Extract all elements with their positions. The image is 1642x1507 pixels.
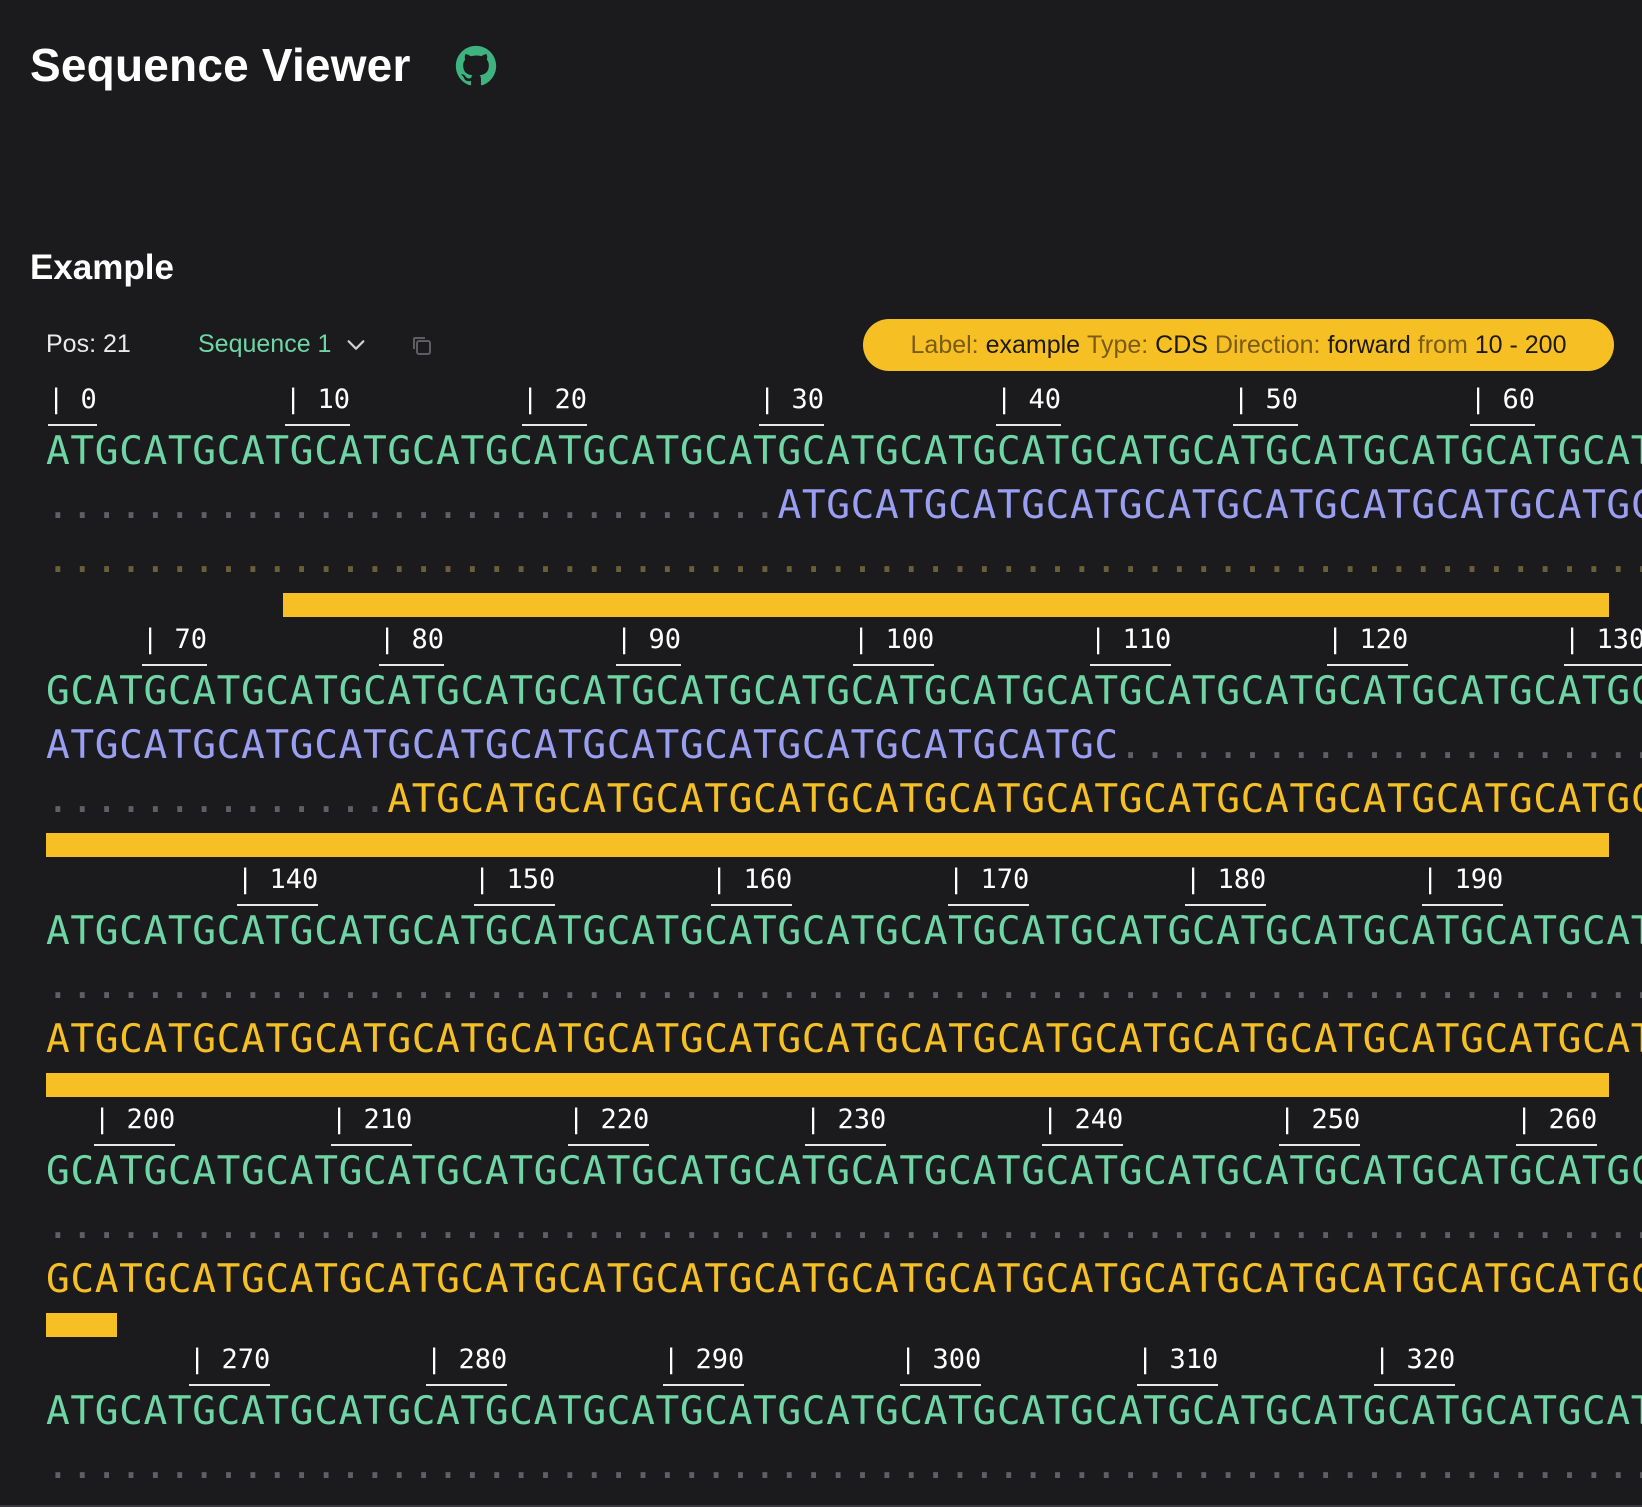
annotation-track: ........................................… <box>46 1205 1642 1246</box>
index-tick: | 110 <box>1090 624 1172 666</box>
index-tick: | 160 <box>711 864 793 906</box>
feature-sequence[interactable]: ATGCATGCATGCATGCATGCATGCATGCATGCATGCATGC… <box>387 776 1642 822</box>
cds-feature-bar[interactable] <box>283 593 1609 617</box>
annotation-track: ATGCATGCATGCATGCATGCATGCATGCATGCATGCATGC… <box>46 725 1642 766</box>
index-tick: | 310 <box>1137 1344 1219 1386</box>
index-tick: | 80 <box>379 624 445 666</box>
index-tick: | 40 <box>996 384 1062 426</box>
index-tick: | 150 <box>474 864 556 906</box>
cds-feature-bar[interactable] <box>46 1313 117 1337</box>
annotation-track: ........................................… <box>46 1445 1642 1486</box>
index-tick: | 250 <box>1279 1104 1361 1146</box>
track-gap: ........................................… <box>46 1442 1642 1488</box>
track-gap: .............. <box>46 776 388 822</box>
cds-feature-bar[interactable] <box>46 833 1609 857</box>
sequence-viewer[interactable]: | 0 | 10 | 20 | 30 | 40 | 50 | 60 ATGCATGCATGCA… <box>0 0 1642 1507</box>
index-tick: | 240 <box>1042 1104 1124 1146</box>
index-tick: | 180 <box>1185 864 1267 906</box>
index-tick: | 300 <box>900 1344 982 1386</box>
index-tick: | 90 <box>616 624 682 666</box>
feature-sequence[interactable]: GCATGCATGCATGCATGCATGCATGCATGCATGCATGCAT… <box>46 1256 1642 1302</box>
annotation-track: GCATGCATGCATGCATGCATGCATGCATGCATGCATGCAT… <box>46 1259 1642 1300</box>
index-tick: | 130 <box>1564 624 1642 666</box>
forward-sequence[interactable]: ATGCATGCATGCATGCATGCATGCATGCATGCATGCATGC… <box>46 431 1642 472</box>
annotation-track: ........................................… <box>46 539 1642 580</box>
index-tick: | 0 <box>48 384 97 426</box>
track-gap: ........................................… <box>46 1202 1642 1248</box>
index-tick: | 190 <box>1422 864 1504 906</box>
index-tick: | 170 <box>948 864 1030 906</box>
index-tick: | 30 <box>759 384 825 426</box>
forward-sequence[interactable]: GCATGCATGCATGCATGCATGCATGCATGCATGCATGCAT… <box>46 671 1642 712</box>
index-tick: | 10 <box>285 384 351 426</box>
index-tick: | 230 <box>805 1104 887 1146</box>
index-tick: | 50 <box>1233 384 1299 426</box>
index-tick: | 220 <box>568 1104 650 1146</box>
index-tick: | 270 <box>189 1344 271 1386</box>
index-tick: | 60 <box>1470 384 1536 426</box>
index-tick: | 260 <box>1516 1104 1598 1146</box>
cds-feature-bar[interactable] <box>46 1073 1609 1097</box>
index-tick: | 210 <box>331 1104 413 1146</box>
forward-sequence[interactable]: ATGCATGCATGCATGCATGCATGCATGCATGCATGCATGC… <box>46 911 1642 952</box>
forward-sequence[interactable]: ATGCATGCATGCATGCATGCATGCATGCATGCATGCATGC… <box>46 1391 1642 1432</box>
aligned-sequence[interactable]: ATGCATGCATGCATGCATGCATGCATGCATGCATGCATGC… <box>46 722 1119 768</box>
track-gap: ...................... <box>1118 722 1642 768</box>
track-gap: ........................................… <box>46 536 1642 582</box>
aligned-sequence[interactable]: ATGCATGCATGCATGCATGCATGCATGCATGCATGC <box>777 482 1642 528</box>
index-tick: | 200 <box>94 1104 176 1146</box>
annotation-track: ........................................… <box>46 965 1642 1006</box>
annotation-track: ..............................ATGCATGCAT… <box>46 485 1642 526</box>
forward-sequence[interactable]: GCATGCATGCATGCATGCATGCATGCATGCATGCATGCAT… <box>46 1151 1642 1192</box>
annotation-track: ..............ATGCATGCATGCATGCATGCATGCAT… <box>46 779 1642 820</box>
track-gap: ........................................… <box>46 962 1642 1008</box>
annotation-track: ATGCATGCATGCATGCATGCATGCATGCATGCATGCATGC… <box>46 1019 1642 1060</box>
index-tick: | 20 <box>522 384 588 426</box>
index-tick: | 320 <box>1374 1344 1456 1386</box>
index-tick: | 290 <box>663 1344 745 1386</box>
index-tick: | 280 <box>426 1344 508 1386</box>
index-tick: | 140 <box>237 864 319 906</box>
feature-sequence[interactable]: ATGCATGCATGCATGCATGCATGCATGCATGCATGCATGC… <box>46 1016 1642 1062</box>
track-gap: .............................. <box>46 482 778 528</box>
index-tick: | 70 <box>142 624 208 666</box>
index-tick: | 120 <box>1327 624 1409 666</box>
index-tick: | 100 <box>853 624 935 666</box>
